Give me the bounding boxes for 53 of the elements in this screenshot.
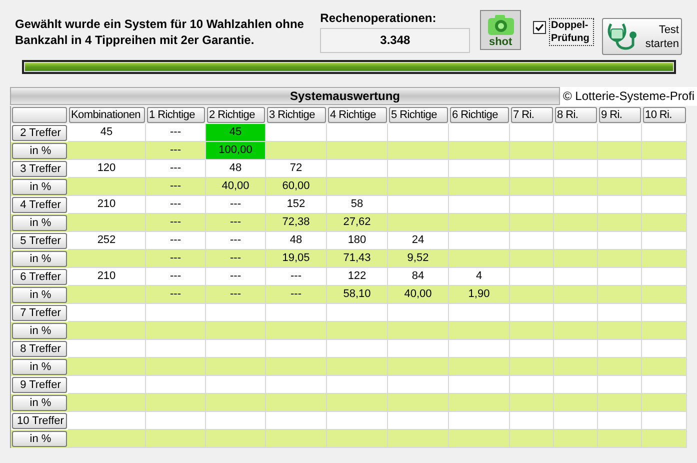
column-header: 4 Richtige <box>328 107 387 123</box>
column-header: 10 Ri. <box>643 107 686 123</box>
table-cell <box>642 430 687 448</box>
row-header: 3 Treffer <box>12 161 67 177</box>
column-header: 3 Richtige <box>267 107 326 123</box>
row-header: in % <box>12 359 67 375</box>
row-header: in % <box>12 323 67 339</box>
row-header: 9 Treffer <box>12 377 67 393</box>
camera-icon <box>486 14 516 36</box>
test-start-button[interactable]: Test starten <box>602 18 682 55</box>
row-header: in % <box>12 215 67 231</box>
row-header: 8 Treffer <box>12 341 67 357</box>
column-header: 6 Richtige <box>450 107 509 123</box>
stethoscope-icon <box>605 20 639 52</box>
row-header: 7 Treffer <box>12 305 67 321</box>
operations-label: Rechenoperationen: <box>320 10 438 26</box>
row-header: in % <box>12 431 67 447</box>
checkbox-label[interactable]: Doppel-Prüfung <box>549 18 594 46</box>
checkbox[interactable] <box>533 21 546 34</box>
table-cell <box>598 430 642 448</box>
row-header: 4 Treffer <box>12 197 67 213</box>
table-cell: 45 <box>206 124 266 142</box>
row-header: 2 Treffer <box>12 125 67 141</box>
column-header: 1 Richtige <box>147 107 205 123</box>
section-title-bar: Systemauswertung <box>10 87 560 105</box>
row-header: in % <box>12 251 67 267</box>
shot-button[interactable]: shot <box>480 10 521 50</box>
column-header: 9 Ri. <box>599 107 641 123</box>
column-header: Kombinationen <box>69 107 145 123</box>
table-cell <box>206 430 266 448</box>
table-cell <box>146 430 206 448</box>
row-header: in % <box>12 179 67 195</box>
system-summary: Gewählt wurde ein System für 10 Wahlzahlen ohne Bankzahl in 4 Tippreihen mit 2er Garantie. <box>15 16 305 49</box>
column-header: 7 Ri. <box>511 107 553 123</box>
copyright-text: © Lotterie-Systeme-Profi <box>560 87 697 106</box>
table-cell <box>266 430 327 448</box>
table-cell <box>388 430 449 448</box>
column-header: 5 Richtige <box>389 107 448 123</box>
table-cell <box>327 430 388 448</box>
table-cell: 100,00 <box>206 142 266 160</box>
column-header: 2 Richtige <box>207 107 265 123</box>
row-header: 5 Treffer <box>12 233 67 249</box>
table-cell <box>554 430 598 448</box>
column-header: 8 Ri. <box>555 107 597 123</box>
table-cell <box>449 430 510 448</box>
row-header: 10 Treffer <box>12 413 67 429</box>
operations-value: 3.348 <box>320 28 470 53</box>
table-cell <box>510 430 554 448</box>
row-header: 6 Treffer <box>12 269 67 285</box>
corner-header <box>12 107 67 123</box>
row-header: in % <box>12 143 67 159</box>
row-header: in % <box>12 395 67 411</box>
row-header: in % <box>12 287 67 303</box>
